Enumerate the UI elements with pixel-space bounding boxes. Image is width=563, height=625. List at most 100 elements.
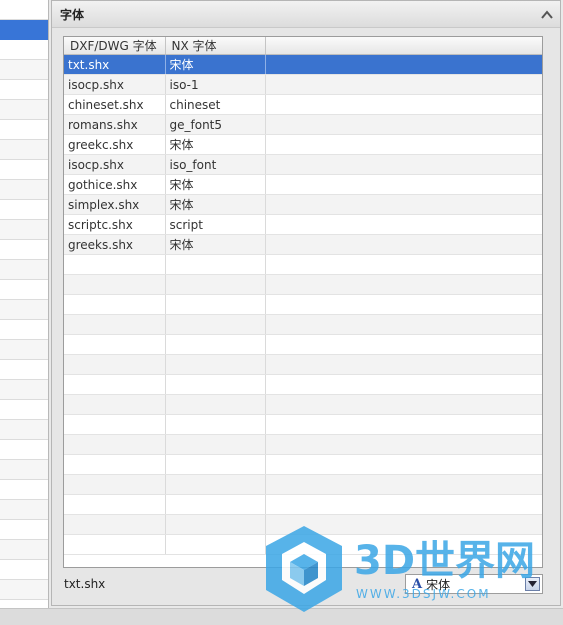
left-list-row[interactable] [0, 240, 48, 260]
left-list-row[interactable] [0, 200, 48, 220]
cell-empty [64, 294, 166, 315]
cell-empty [64, 534, 166, 555]
table-row[interactable]: isocp.shx iso-1 [64, 74, 542, 95]
cell-empty [265, 394, 542, 415]
cell-nx-font[interactable]: iso_font [165, 154, 266, 175]
table-row-empty [64, 514, 542, 535]
cell-empty [265, 274, 542, 295]
left-list-row[interactable] [0, 20, 48, 40]
table-row-empty [64, 274, 542, 295]
cell-empty [265, 534, 542, 555]
left-list-row[interactable] [0, 460, 48, 480]
left-list-row[interactable] [0, 320, 48, 340]
cell-empty [64, 274, 166, 295]
left-list-row[interactable] [0, 560, 48, 580]
cell-empty [165, 354, 266, 375]
table-row[interactable]: scriptc.shx script [64, 214, 542, 235]
cell-empty [265, 374, 542, 395]
table-row[interactable]: simplex.shx 宋体 [64, 194, 542, 215]
cell-empty [64, 314, 166, 335]
table-row[interactable]: gothice.shx 宋体 [64, 174, 542, 195]
left-list-row[interactable] [0, 0, 48, 20]
nx-font-select[interactable]: A 宋体 [405, 574, 543, 594]
table-row[interactable]: txt.shx 宋体 [64, 54, 542, 75]
cell-empty [64, 454, 166, 475]
left-list-row[interactable] [0, 400, 48, 420]
cell-empty [64, 514, 166, 535]
table-row-empty [64, 534, 542, 555]
cell-empty [64, 374, 166, 395]
left-list-row[interactable] [0, 300, 48, 320]
left-list-row[interactable] [0, 80, 48, 100]
cell-empty [265, 454, 542, 475]
cell-nx-font[interactable]: 宋体 [165, 54, 266, 75]
left-list-row[interactable] [0, 180, 48, 200]
cell-empty [64, 434, 166, 455]
cell-empty [64, 494, 166, 515]
cell-empty [265, 94, 542, 115]
cell-empty [265, 334, 542, 355]
cell-nx-font[interactable]: ge_font5 [165, 114, 266, 135]
left-list-row[interactable] [0, 40, 48, 60]
left-list-row[interactable] [0, 360, 48, 380]
cell-empty [265, 74, 542, 95]
cell-empty [265, 414, 542, 435]
table-row[interactable]: isocp.shx iso_font [64, 154, 542, 175]
cell-dxf-font: chineset.shx [64, 94, 166, 115]
cell-empty [265, 474, 542, 495]
left-list-row[interactable] [0, 260, 48, 280]
table-row[interactable]: greekc.shx 宋体 [64, 134, 542, 155]
cell-empty [64, 354, 166, 375]
cell-empty [265, 154, 542, 175]
cell-nx-font[interactable]: iso-1 [165, 74, 266, 95]
cell-nx-font[interactable]: script [165, 214, 266, 235]
left-list-row[interactable] [0, 140, 48, 160]
table-row-empty [64, 314, 542, 335]
table-row[interactable]: greeks.shx 宋体 [64, 234, 542, 255]
cell-dxf-font: greeks.shx [64, 234, 166, 255]
table-row-empty [64, 374, 542, 395]
left-list-row[interactable] [0, 340, 48, 360]
left-list-row[interactable] [0, 580, 48, 600]
left-list-row[interactable] [0, 120, 48, 140]
table-row[interactable]: romans.shx ge_font5 [64, 114, 542, 135]
left-list-row[interactable] [0, 520, 48, 540]
cell-empty [64, 394, 166, 415]
left-list-row[interactable] [0, 60, 48, 80]
column-header-dxf-font[interactable]: DXF/DWG 字体 [64, 37, 166, 55]
left-list-row[interactable] [0, 160, 48, 180]
cell-dxf-font: greekc.shx [64, 134, 166, 155]
table-row-empty [64, 394, 542, 415]
table-row-empty [64, 434, 542, 455]
cell-nx-font[interactable]: chineset [165, 94, 266, 115]
cell-nx-font[interactable]: 宋体 [165, 194, 266, 215]
cell-empty [265, 294, 542, 315]
left-list-row[interactable] [0, 440, 48, 460]
left-list-row[interactable] [0, 500, 48, 520]
cell-nx-font[interactable]: 宋体 [165, 234, 266, 255]
cell-empty [64, 414, 166, 435]
bottom-status-strip [0, 608, 563, 625]
cell-nx-font[interactable]: 宋体 [165, 174, 266, 195]
left-list-row[interactable] [0, 480, 48, 500]
cell-empty [165, 254, 266, 275]
cell-empty [165, 294, 266, 315]
chevron-down-icon[interactable] [525, 577, 540, 591]
cell-nx-font[interactable]: 宋体 [165, 134, 266, 155]
left-list-row[interactable] [0, 100, 48, 120]
cell-empty [165, 394, 266, 415]
font-a-icon: A [412, 576, 423, 592]
cell-empty [165, 274, 266, 295]
column-header-nx-font[interactable]: NX 字体 [165, 37, 266, 55]
chevron-up-icon[interactable] [540, 7, 554, 21]
left-list-row[interactable] [0, 420, 48, 440]
cell-empty [165, 334, 266, 355]
left-list-row[interactable] [0, 220, 48, 240]
table-row[interactable]: chineset.shx chineset [64, 94, 542, 115]
cell-empty [265, 494, 542, 515]
cell-empty [64, 254, 166, 275]
left-list-row[interactable] [0, 540, 48, 560]
left-list-row[interactable] [0, 280, 48, 300]
cell-empty [265, 354, 542, 375]
left-list-row[interactable] [0, 380, 48, 400]
